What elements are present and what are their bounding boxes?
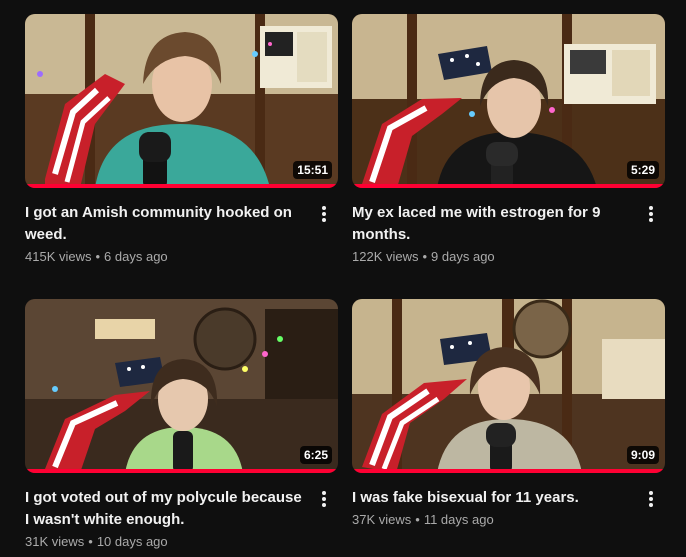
video-thumbnail[interactable]: 5:29 [352, 14, 665, 188]
thumbnail-image [25, 299, 338, 473]
upload-age: 9 days ago [431, 249, 495, 264]
video-details: I got an Amish community hooked on weed.… [25, 202, 338, 267]
video-details: I was fake bisexual for 11 years. 37K vi… [352, 487, 665, 530]
video-details: I got voted out of my polycule because I… [25, 487, 338, 552]
view-count: 37K views [352, 512, 412, 527]
video-metadata: 37K views • 11 days ago [352, 510, 631, 530]
more-actions-icon[interactable] [312, 486, 336, 512]
separator: • [95, 249, 101, 264]
separator: • [422, 249, 428, 264]
watch-progress-bar [352, 469, 665, 473]
separator: • [415, 512, 420, 527]
video-card: 6:25 I got voted out of my polycule beca… [25, 299, 338, 552]
video-title[interactable]: My ex laced me with estrogen for 9 month… [352, 202, 631, 246]
video-title[interactable]: I was fake bisexual for 11 years. [352, 487, 631, 509]
video-grid: 15:51 I got an Amish community hooked on… [0, 0, 686, 557]
thumbnail-image [352, 14, 665, 188]
watch-progress-bar [25, 184, 338, 188]
video-title[interactable]: I got voted out of my polycule because I… [25, 487, 304, 531]
view-count: 31K views [25, 534, 85, 549]
view-count: 415K views [25, 249, 92, 264]
upload-age: 6 days ago [104, 249, 168, 264]
duration-badge: 6:25 [299, 446, 332, 464]
watch-progress-bar [25, 469, 338, 473]
video-thumbnail[interactable]: 15:51 [25, 14, 338, 188]
watch-progress-bar [352, 184, 665, 188]
more-actions-icon[interactable] [639, 486, 663, 512]
separator: • [88, 534, 93, 549]
thumbnail-image [25, 14, 338, 188]
more-actions-icon[interactable] [639, 201, 663, 227]
view-count: 122K views [352, 249, 419, 264]
upload-age: 11 days ago [423, 512, 494, 527]
more-actions-icon[interactable] [312, 201, 336, 227]
video-metadata: 415K views • 6 days ago [25, 247, 304, 267]
video-thumbnail[interactable]: 6:25 [25, 299, 338, 473]
video-card: 15:51 I got an Amish community hooked on… [25, 14, 338, 267]
thumbnail-image [352, 299, 665, 473]
video-details: My ex laced me with estrogen for 9 month… [352, 202, 665, 267]
upload-age: 10 days ago [96, 534, 168, 549]
duration-badge: 9:09 [626, 446, 659, 464]
duration-badge: 15:51 [293, 161, 332, 179]
video-card: 5:29 My ex laced me with estrogen for 9 … [352, 14, 665, 267]
video-title[interactable]: I got an Amish community hooked on weed. [25, 202, 304, 246]
duration-badge: 5:29 [626, 161, 659, 179]
video-thumbnail[interactable]: 9:09 [352, 299, 665, 473]
video-metadata: 122K views • 9 days ago [352, 247, 631, 267]
video-card: 9:09 I was fake bisexual for 11 years. 3… [352, 299, 665, 530]
video-metadata: 31K views • 10 days ago [25, 532, 304, 552]
